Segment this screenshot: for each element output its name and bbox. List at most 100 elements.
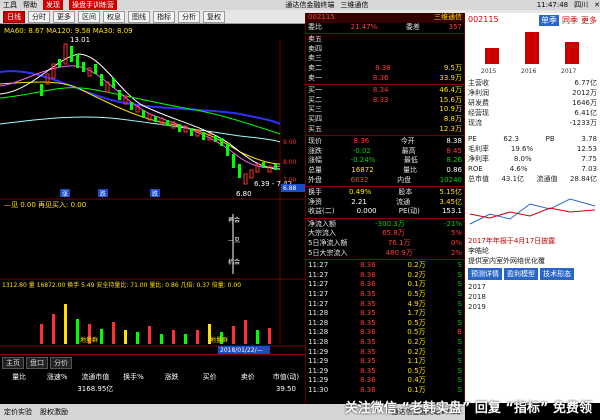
fin-row: 经营现 6.41亿 bbox=[465, 108, 600, 118]
stat-row: 收益(二) 0.000 PE(动) 153.1 bbox=[306, 207, 464, 217]
date-label: 2018/01/22/— bbox=[220, 347, 263, 354]
tick-row: 11:29 8.35 0.2万 S bbox=[306, 348, 464, 358]
col-header: 量比 bbox=[12, 373, 27, 381]
stat-value: 8.38 bbox=[446, 137, 462, 146]
tab-timeshare[interactable]: 分时 bbox=[28, 10, 50, 23]
bottom-tab-home[interactable]: 主页 bbox=[2, 357, 24, 369]
stat-label: 外盘 bbox=[308, 175, 322, 184]
sell-vol: 9.5万 bbox=[443, 63, 462, 72]
stat-label: PE(动) bbox=[398, 207, 420, 216]
close-icon[interactable]: ✕ bbox=[594, 0, 600, 10]
buy-label: 买一 bbox=[308, 86, 322, 95]
kline-chart-panel[interactable]: MA60: 8.67 MA120: 9.58 MA30: 8.09 13.01 … bbox=[0, 24, 305, 354]
order-book-panel: 002115 三维通信 委比 21.47% 委差 357 卖五 卖四 卖三 卖二… bbox=[305, 13, 465, 403]
flow-label: 5日净流入额 bbox=[308, 239, 348, 248]
menu-help[interactable]: 帮助 bbox=[23, 0, 37, 10]
menu-tools[interactable]: 工具 bbox=[3, 0, 17, 10]
tick-side: S bbox=[457, 357, 462, 366]
menu-camp[interactable]: 操盘手训练营 bbox=[69, 0, 117, 10]
person-row: 李皓纶 bbox=[465, 246, 600, 256]
stat-value: -0.02 bbox=[352, 146, 371, 155]
stock-code: 002115 bbox=[308, 13, 335, 21]
tick-row: 11:27 8.35 4.9万 S bbox=[306, 300, 464, 310]
tab-daily[interactable]: 日线 bbox=[3, 10, 25, 23]
col-header: 买价 bbox=[202, 373, 217, 381]
btn-draw[interactable]: 图线 bbox=[128, 10, 150, 23]
metric-value: 19.6% bbox=[510, 145, 534, 153]
tab-model[interactable]: 盈利模型 bbox=[504, 268, 538, 280]
sell-row: 卖一 8.36 33.9万 bbox=[306, 74, 464, 84]
year-1: 2015 bbox=[481, 68, 496, 75]
tick-vol: 0.5万 bbox=[407, 290, 426, 299]
tick-price: 8.36 bbox=[360, 280, 376, 289]
company-row: 提供室内室外网络优化覆 bbox=[465, 256, 600, 266]
sell-row: 卖二 8.38 9.5万 bbox=[306, 64, 464, 74]
metric-value-2: 3.78 bbox=[581, 135, 597, 143]
buy-row: 买四 8.8万 bbox=[306, 115, 464, 125]
btn-range[interactable]: 区间 bbox=[78, 10, 100, 23]
menu-discover[interactable]: 发现 bbox=[43, 0, 63, 10]
tick-time: 11:27 bbox=[308, 290, 329, 299]
buy-label: 买五 bbox=[308, 124, 322, 133]
watermark-text: 关注微信 “老韩实盘” 回复 “指标” 免费领 bbox=[344, 400, 592, 416]
stat-value: 8.36 bbox=[353, 137, 370, 146]
cell: 3168.95亿 bbox=[77, 385, 114, 393]
app-title: 通达信金融终端 bbox=[285, 1, 335, 9]
tick-side: S bbox=[457, 366, 462, 375]
price-high-label: 13.01 bbox=[70, 36, 90, 44]
buy-label: 买二 bbox=[308, 95, 322, 104]
metric-label: 净利率 bbox=[468, 155, 489, 163]
tick-side: S bbox=[457, 309, 462, 318]
info-tab-same[interactable]: 同季 bbox=[562, 15, 578, 26]
tick-price: 8.36 bbox=[359, 328, 376, 337]
fin-value: 2012万 bbox=[572, 89, 597, 97]
profit-bar-chart: 2015 2016 2017 bbox=[481, 32, 579, 75]
btn-indicator[interactable]: 指标 bbox=[153, 10, 175, 23]
tick-list[interactable]: 11:27 8.36 0.2万 S 11:27 8.36 0.2万 S 11:27 8.36 0… bbox=[306, 261, 464, 395]
forecast-row: 2017 bbox=[465, 282, 600, 292]
tick-time: 11:28 bbox=[308, 318, 329, 327]
bottom-tab-price[interactable]: 分价 bbox=[50, 357, 72, 369]
marker-3: 跌 bbox=[152, 190, 158, 198]
tick-side: S bbox=[457, 261, 462, 270]
tick-time: 11:27 bbox=[308, 261, 329, 270]
col-header: 流通市值 bbox=[81, 373, 110, 381]
axis-label-current: 6.88 bbox=[283, 185, 297, 192]
btn-analysis[interactable]: 分析 bbox=[178, 10, 200, 23]
tab-forecast[interactable]: 预测详情 bbox=[468, 268, 502, 280]
info-tab-more[interactable]: 更多 bbox=[581, 15, 597, 26]
tick-vol: 0.4万 bbox=[407, 376, 426, 385]
sell-price: 8.38 bbox=[375, 63, 391, 72]
fin-label: 主营收 bbox=[468, 79, 489, 87]
stat-label: 现价 bbox=[308, 137, 322, 146]
tick-row: 11:28 8.35 1.7万 S bbox=[306, 309, 464, 319]
btn-rights[interactable]: 权息 bbox=[103, 10, 125, 23]
stat-label: 今开 bbox=[400, 137, 415, 146]
year-2: 2016 bbox=[521, 68, 536, 75]
notice-row[interactable]: 2017年年报于4月17日披露 bbox=[465, 236, 600, 246]
flow-pct: -21% bbox=[443, 219, 462, 228]
tick-side: S bbox=[457, 318, 462, 327]
tab-more[interactable]: 更多 bbox=[53, 10, 75, 23]
fin-row: 净利润 2012万 bbox=[465, 88, 600, 98]
fin-label: 现流 bbox=[468, 119, 482, 127]
tab-technical[interactable]: 技术形态 bbox=[540, 268, 574, 280]
status-item-1[interactable]: 定价实验 bbox=[4, 407, 32, 417]
col-header: 涨跌 bbox=[164, 373, 179, 381]
status-item-2[interactable]: 股权激励 bbox=[40, 407, 68, 417]
notice-text[interactable]: 2017年年报于4月17日披露 bbox=[468, 236, 555, 246]
info-tab-quarter[interactable]: 单季 bbox=[539, 15, 559, 26]
sell-row: 卖五 bbox=[306, 35, 464, 45]
sell-vol: 33.9万 bbox=[439, 73, 462, 82]
kline-chart-svg[interactable]: MA60: 8.67 MA120: 9.58 MA30: 8.09 13.01 … bbox=[0, 24, 305, 354]
year-3: 2017 bbox=[561, 68, 576, 75]
menu-bar: 工具 帮助 发现 操盘手训练营 通达信金融终端 三维通信 11:47:48 四川… bbox=[0, 0, 600, 10]
stat-row: 涨跌 -0.02 最高 8.45 bbox=[306, 147, 464, 157]
buy-vol: 8.8万 bbox=[443, 114, 462, 123]
btn-adjust[interactable]: 复权 bbox=[203, 10, 225, 23]
stat-value: -0.24% bbox=[350, 156, 376, 165]
tick-side: S bbox=[457, 280, 462, 289]
stat-value: 0.49% bbox=[349, 188, 372, 197]
bottom-tab-book[interactable]: 盘口 bbox=[26, 357, 48, 369]
tick-price: 8.35 bbox=[360, 290, 376, 299]
